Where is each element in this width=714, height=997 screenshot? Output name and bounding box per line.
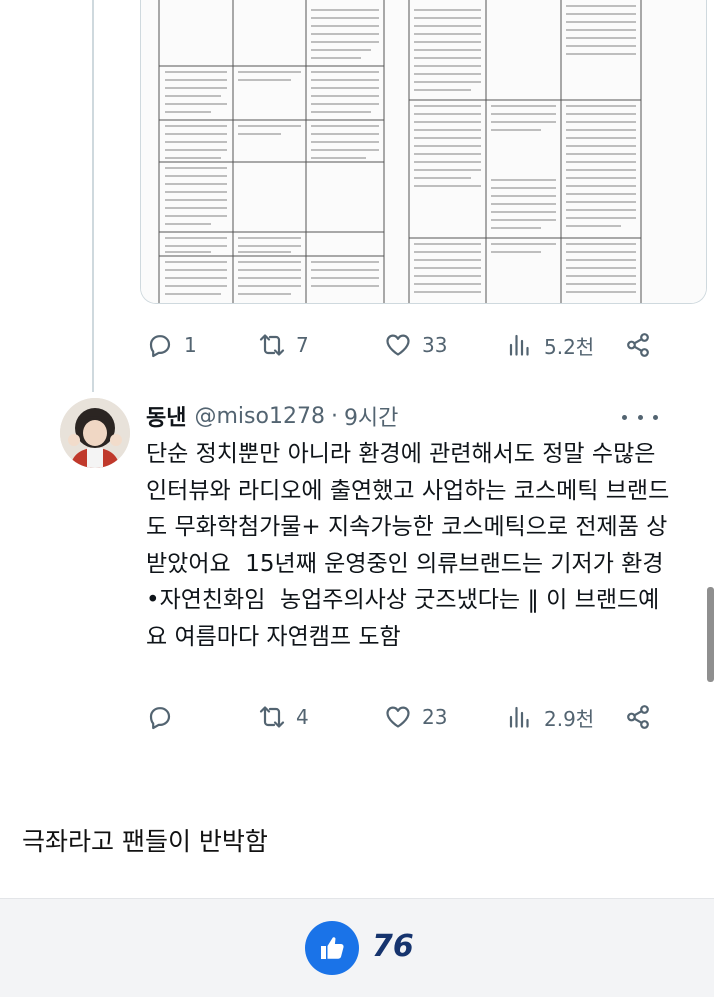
thread-connector-line bbox=[92, 0, 94, 392]
views-button[interactable]: 2.9천 bbox=[506, 703, 594, 732]
avatar[interactable] bbox=[60, 398, 130, 468]
views-icon bbox=[509, 706, 529, 728]
retweet-count: 4 bbox=[296, 705, 309, 729]
reply-icon bbox=[149, 707, 171, 730]
views-button[interactable]: 5.2천 bbox=[506, 331, 594, 360]
views-count: 5.2천 bbox=[544, 334, 595, 359]
separator-dot: · bbox=[330, 403, 338, 429]
scrollbar-thumb[interactable] bbox=[707, 587, 714, 682]
timestamp[interactable]: 9시간 bbox=[344, 400, 398, 432]
user-handle[interactable]: @miso1278 bbox=[194, 404, 324, 429]
like-count: 33 bbox=[422, 333, 448, 357]
like-button[interactable]: 23 bbox=[384, 703, 447, 731]
post-like-button[interactable] bbox=[305, 921, 359, 975]
heart-icon bbox=[386, 334, 410, 356]
heart-icon bbox=[386, 706, 410, 728]
retweet-count: 7 bbox=[296, 333, 309, 357]
table-image-graphic bbox=[141, 0, 706, 303]
reply-icon bbox=[149, 335, 171, 358]
reply-button[interactable] bbox=[146, 703, 184, 731]
post-like-count: 76 bbox=[372, 929, 414, 964]
quoted-tweet-action-bar: 1 7 33 5.2천 bbox=[140, 328, 660, 362]
more-options-button[interactable] bbox=[622, 402, 658, 432]
retweet-icon bbox=[259, 334, 285, 356]
reply-count: 1 bbox=[184, 333, 197, 357]
share-button[interactable] bbox=[624, 703, 652, 731]
avatar-photo bbox=[60, 398, 130, 468]
retweet-button[interactable]: 4 bbox=[258, 703, 309, 731]
display-name[interactable]: 동낸 bbox=[146, 400, 186, 432]
views-count: 2.9천 bbox=[544, 706, 595, 731]
share-button[interactable] bbox=[624, 331, 652, 359]
reply-tweet-action-bar: 4 23 2.9천 bbox=[140, 700, 660, 734]
attached-table-image[interactable] bbox=[140, 0, 707, 304]
share-icon bbox=[627, 705, 649, 729]
post-caption: 극좌라고 팬들이 반박함 bbox=[22, 827, 268, 856]
like-button[interactable]: 33 bbox=[384, 331, 447, 359]
reply-button[interactable]: 1 bbox=[146, 331, 197, 359]
retweet-button[interactable]: 7 bbox=[258, 331, 309, 359]
like-count: 23 bbox=[422, 705, 448, 729]
tweet-text: 단순 정치뿐만 아니라 환경에 관련해서도 정말 수많은 인터뷰와 라디오에 출… bbox=[146, 441, 670, 650]
views-icon bbox=[509, 334, 529, 356]
thumbs-up-icon bbox=[321, 937, 344, 959]
more-icon bbox=[622, 414, 627, 420]
post-like-bar: 76 bbox=[0, 898, 714, 997]
retweet-icon bbox=[259, 706, 285, 728]
reply-header: 동낸 @miso1278 · 9시간 bbox=[146, 400, 398, 432]
share-icon bbox=[627, 333, 649, 357]
